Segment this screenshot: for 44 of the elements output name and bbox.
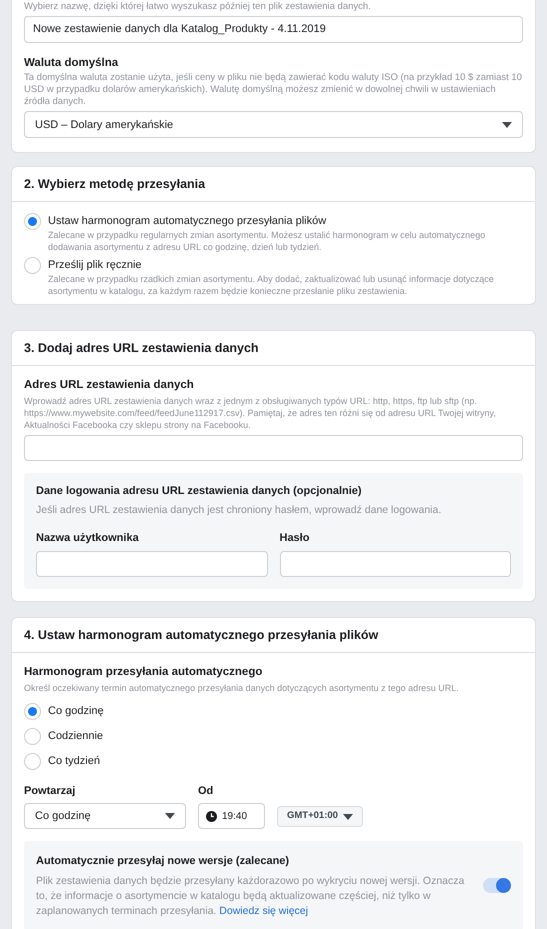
option-label: Codziennie [48,728,104,744]
input-field[interactable] [36,551,268,578]
panel-title: Automatycznie przesyłaj nowe wersje (zalecane) [36,854,290,869]
section-title: 3. Dodaj adres URL zestawienia danych [24,340,259,357]
field-label: Nazwa użytkownika [36,530,140,546]
field-label: Adres URL zestawienia danych [24,378,195,394]
field-label: Harmonogram przesyłania automatycznego [24,665,264,680]
section-title: 2. Wybierz metodę przesyłania [24,176,206,193]
radio-button[interactable] [24,257,41,274]
option-label: Co godzinę [48,704,104,719]
field-label: Hasło [280,530,310,546]
caret-icon [165,813,175,819]
repeat-dropdown[interactable]: Co godzinę [24,803,186,829]
toggle-switch[interactable] [483,878,511,894]
time-field[interactable]: 19:40 [198,803,265,829]
option-description: Zalecane w przypadku regularnych zmian asortymentu. Możesz ustalić harmonogram w celu automatycznego dodawania asortymentu z adresu URL co godzinę, dzień lub tydzień. [48,229,486,254]
panel-title: Dane logowania adresu URL zestawienia danych (opcjonalnie) [36,484,363,498]
hint-text: Jeśli adres URL zestawienia danych jest chroniony hasłem, wprowadź dane logowania. [36,503,442,518]
url-field[interactable] [24,434,523,460]
radio-button[interactable] [24,728,41,744]
section-title: 4. Ustaw harmonogram automatycznego przesyłania plików [24,626,378,644]
hint-text: Ta domyślna waluta zostanie użyta, jeśli ceny w pliku nie będą zawierać kodu waluty ISO (na przykład 10 $ zamiast 10 USD w przypadku dolarów amerykańskich). Walutę domyślną możesz zmienić w dowolnej chwili w ustawieniach źródła danych. [24,72,523,108]
input-field[interactable] [280,551,511,578]
panel-description: Plik zestawienia danych będzie przesyłany każdorazowo po wykryciu nowej wersji. Oznacza to, że informacje o asortymencie w katalogu będą aktualizowane częściej, niż tylko w zaplanowanych terminach przesyłania. Dowiedz się więcej [36,874,466,918]
caret-icon [343,814,353,820]
field-label: Powtarzaj [24,784,76,798]
radio-button[interactable] [24,752,41,770]
caret-icon [502,122,512,128]
hint-text: Określ oczekiwany termin automatycznego przesyłania danych dotyczących asortymentu z tego adresu URL. [24,682,460,694]
clock-icon [206,810,217,822]
radio-button[interactable] [24,213,41,230]
option-label: Co tydzień [48,754,100,769]
learn-more-link[interactable]: Dowiedz się więcej [219,904,308,916]
radio-button[interactable] [24,702,41,720]
currency-dropdown[interactable]: USD – Dolary amerykańskie [24,111,523,138]
timezone-dropdown[interactable]: GMT+01:00 [277,806,363,827]
option-label: Ustaw harmonogram automatycznego przesyłania plików [48,214,328,230]
name-field[interactable]: Nowe zestawienie danych dla Katalog_Produkty - 4.11.2019 [24,16,523,43]
hint-text: Wprowadź adres URL zestawienia danych wraz z jednym z obsługiwanych typów URL: http, https, ftp lub sftp (np. https://www.mywebsite.com/feed/feedJune112917.csv). Pamiętaj, że adres ten różni się od adresu URL Twojej witryny, Aktualności Facebooka czy sklepu strony na Facebooku. [24,394,497,430]
field-label: Od [198,784,214,798]
field-label: Waluta domyślna [24,56,120,71]
option-label: Prześlij plik ręcznie [48,258,143,274]
hint-text: Wybierz nazwę, dzięki której łatwo wyszukasz później ten plik zestawienia danych. [24,0,372,13]
option-description: Zalecane w przypadku rzadkich zmian asortymentu. Aby dodać, zaktualizować lub usunąć informacje dotyczące asortymentu w katalogu, za każdym razem będzie konieczne przesłanie pliku zestawienia. [48,273,495,298]
